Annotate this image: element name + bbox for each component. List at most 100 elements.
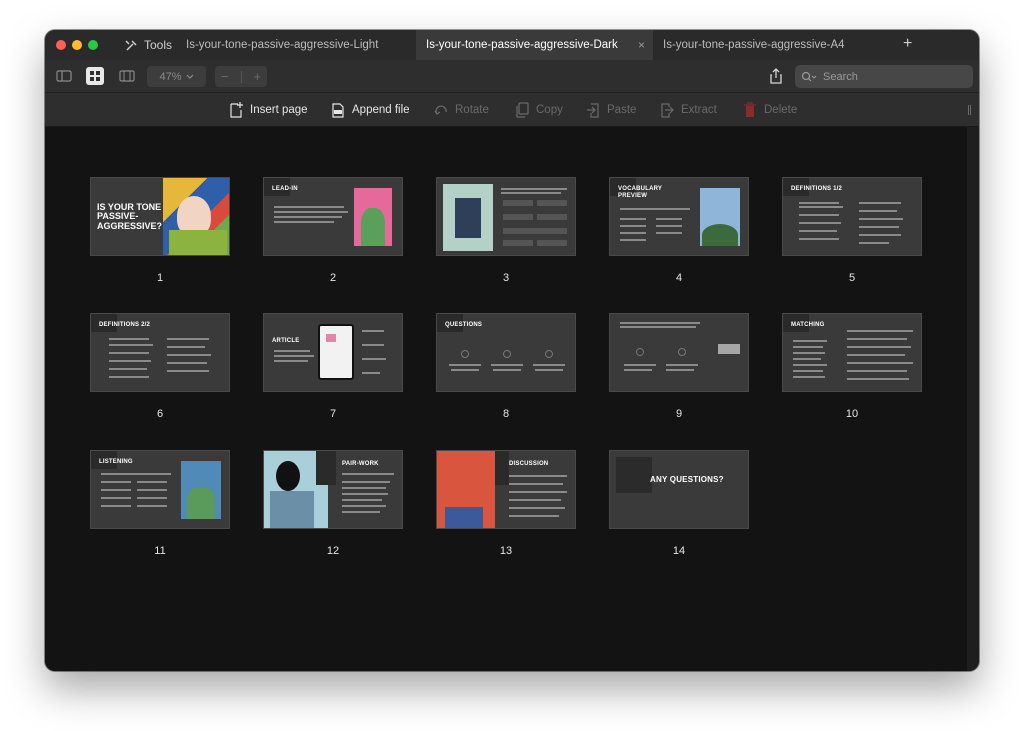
page-number: 5 xyxy=(848,272,856,284)
slide-preview: IS YOUR TONE PASSIVE-AGGRESSIVE? xyxy=(90,177,230,256)
page-number: 12 xyxy=(326,545,340,557)
slide-preview: QUESTIONS xyxy=(436,313,576,392)
tools-button[interactable]: Tools xyxy=(125,30,172,60)
view-toolbar: 47% − + xyxy=(45,60,979,93)
chevron-down-icon xyxy=(186,74,193,79)
grid-view-icon[interactable] xyxy=(86,67,104,85)
delete-button[interactable]: Delete xyxy=(743,101,797,119)
page-number: 1 xyxy=(156,272,164,284)
zoom-value: 47% xyxy=(159,70,182,83)
rotate-label: Rotate xyxy=(455,104,489,116)
page-number: 9 xyxy=(675,408,683,420)
extract-button[interactable]: Extract xyxy=(660,101,717,119)
page-thumbnail[interactable]: DISCUSSION 13 xyxy=(436,450,576,557)
search-input[interactable] xyxy=(823,70,963,83)
page-number: 13 xyxy=(499,545,513,557)
sidebar-toggle-icon[interactable] xyxy=(55,67,73,85)
append-file-button[interactable]: Append file xyxy=(331,101,410,119)
page-thumbnail[interactable]: LISTENING 11 xyxy=(90,450,230,557)
zoom-out-button[interactable]: − xyxy=(221,69,229,84)
delete-label: Delete xyxy=(764,104,798,116)
slide-title: LISTENING xyxy=(99,459,133,465)
slide-title: DEFINITIONS 1/2 xyxy=(791,186,843,192)
slide-title: IS YOUR TONE PASSIVE-AGGRESSIVE? xyxy=(97,202,163,231)
slide-preview: ARTICLE xyxy=(263,313,403,392)
page-thumbnail-grid: IS YOUR TONE PASSIVE-AGGRESSIVE? 1 LEAD-… xyxy=(45,127,967,671)
page-number: 14 xyxy=(672,545,686,557)
page-thumbnail[interactable]: VOCABULARY PREVIEW 4 xyxy=(609,177,749,284)
page-number: 3 xyxy=(502,272,510,284)
slide-preview: DEFINITIONS 1/2 xyxy=(782,177,922,256)
app-window: Tools Is-your-tone-passive-aggressive-Li… xyxy=(45,30,979,671)
page-view-icon[interactable] xyxy=(118,67,136,85)
page-number: 7 xyxy=(329,408,337,420)
page-number: 11 xyxy=(154,545,166,557)
new-tab-icon[interactable]: + xyxy=(903,35,912,53)
page-number: 10 xyxy=(845,408,859,420)
zoom-in-button[interactable]: + xyxy=(253,69,261,84)
tab-title: Is-your-tone-passive-aggressive-A4 xyxy=(663,39,845,51)
copy-button[interactable]: Copy xyxy=(515,101,563,119)
page-number: 2 xyxy=(329,272,337,284)
tab-dark[interactable]: Is-your-tone-passive-aggressive-Dark × xyxy=(416,30,653,60)
slide-title: DISCUSSION xyxy=(509,461,549,467)
vertical-scrollbar[interactable] xyxy=(967,127,979,671)
page-thumbnail[interactable]: PAIR-WORK 12 xyxy=(263,450,403,557)
insert-page-label: Insert page xyxy=(250,104,308,116)
trash-icon xyxy=(744,102,756,117)
tab-a4[interactable]: Is-your-tone-passive-aggressive-A4 xyxy=(663,30,845,60)
page-number: 4 xyxy=(675,272,683,284)
copy-icon xyxy=(516,102,529,118)
slide-preview: PAIR-WORK xyxy=(263,450,403,529)
extract-icon xyxy=(661,103,674,118)
slide-preview: ANY QUESTIONS? xyxy=(609,450,749,529)
tools-label: Tools xyxy=(144,38,173,52)
page-thumbnail[interactable]: 3 xyxy=(436,177,576,284)
paste-icon xyxy=(587,103,599,118)
slide-preview xyxy=(436,177,576,256)
slide-preview: DEFINITIONS 2/2 xyxy=(90,313,230,392)
tab-title: Is-your-tone-passive-aggressive-Light xyxy=(186,39,379,51)
tab-light[interactable]: Is-your-tone-passive-aggressive-Light xyxy=(186,30,378,60)
slide-title: LEAD-IN xyxy=(272,186,298,192)
paste-button[interactable]: Paste xyxy=(586,101,636,119)
close-window-button[interactable] xyxy=(56,40,66,50)
slide-title: QUESTIONS xyxy=(445,322,483,328)
rotate-button[interactable]: Rotate xyxy=(434,101,489,119)
insert-page-button[interactable]: Insert page xyxy=(229,101,308,119)
zoom-window-button[interactable] xyxy=(88,40,98,50)
page-thumbnail[interactable]: IS YOUR TONE PASSIVE-AGGRESSIVE? 1 xyxy=(90,177,230,284)
page-thumbnail[interactable]: QUESTIONS 8 xyxy=(436,313,576,420)
slide-preview: DISCUSSION xyxy=(436,450,576,529)
page-thumbnail[interactable]: ARTICLE 7 xyxy=(263,313,403,420)
extract-label: Extract xyxy=(681,104,717,116)
slide-title: PAIR-WORK xyxy=(342,461,379,467)
minimize-window-button[interactable] xyxy=(72,40,82,50)
tab-close-icon[interactable]: × xyxy=(638,38,645,52)
slide-preview: LISTENING xyxy=(90,450,230,529)
page-thumbnail[interactable]: MATCHING 10 xyxy=(782,313,922,420)
toolbar-resize-handle[interactable] xyxy=(968,105,971,115)
slide-title: ANY QUESTIONS? xyxy=(650,475,724,484)
page-number: 6 xyxy=(156,408,164,420)
slide-preview: VOCABULARY PREVIEW xyxy=(609,177,749,256)
search-field xyxy=(795,65,973,88)
page-thumbnail[interactable]: 9 xyxy=(609,313,749,420)
page-thumbnail[interactable]: DEFINITIONS 1/2 5 xyxy=(782,177,922,284)
paste-label: Paste xyxy=(607,104,637,116)
append-file-label: Append file xyxy=(352,104,410,116)
rotate-icon xyxy=(434,105,447,115)
tab-bar: Tools Is-your-tone-passive-aggressive-Li… xyxy=(45,30,979,60)
append-pdf-icon xyxy=(332,103,344,118)
slide-title: VOCABULARY PREVIEW xyxy=(618,186,663,199)
tab-title: Is-your-tone-passive-aggressive-Dark xyxy=(426,39,618,51)
slide-preview: LEAD-IN xyxy=(263,177,403,256)
page-thumbnail[interactable]: ANY QUESTIONS? 14 xyxy=(609,450,749,557)
share-icon[interactable] xyxy=(767,67,785,85)
zoom-select[interactable]: 47% xyxy=(147,66,206,87)
slide-title: MATCHING xyxy=(791,322,825,328)
page-thumbnail[interactable]: LEAD-IN 2 xyxy=(263,177,403,284)
page-number: 8 xyxy=(502,408,510,420)
slide-preview xyxy=(609,313,749,392)
page-thumbnail[interactable]: DEFINITIONS 2/2 6 xyxy=(90,313,230,420)
